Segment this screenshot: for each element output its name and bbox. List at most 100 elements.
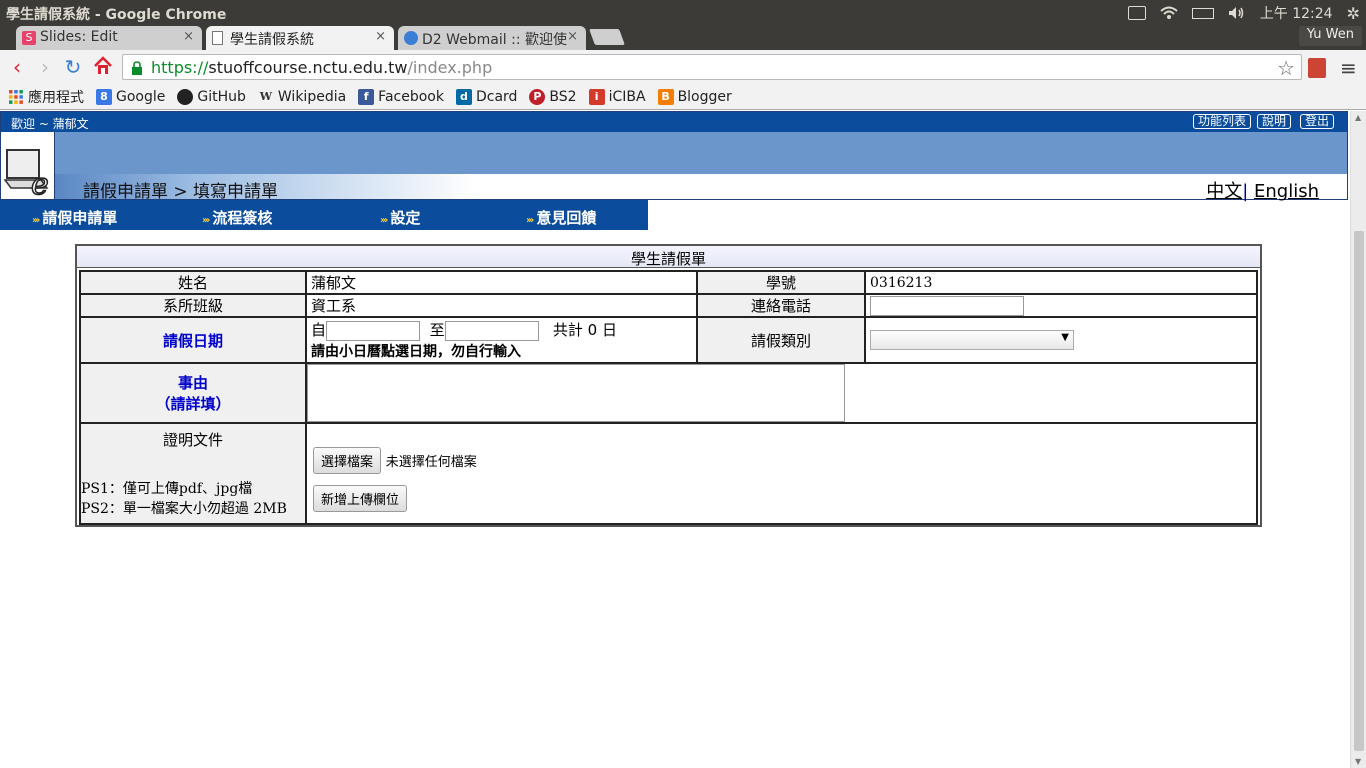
bookmark-apps[interactable]: 應用程式 [8, 87, 84, 107]
bookmark-bs2[interactable]: P BS2 [529, 88, 577, 105]
phone-label: 連絡電話 [696, 293, 866, 318]
extension-icon[interactable] [1308, 58, 1326, 78]
facebook-icon: f [358, 88, 375, 105]
phone-cell [864, 293, 1258, 318]
leave-type-select[interactable]: ▼ [870, 330, 1074, 350]
scroll-down-icon[interactable]: ▼ [1355, 757, 1361, 766]
bookmark-facebook[interactable]: f Facebook [358, 88, 444, 105]
bookmark-dcard[interactable]: d Dcard [455, 88, 518, 105]
bookmarks-bar: 應用程式 8 Google GitHub W Wikipedia f Faceb… [0, 84, 1366, 110]
bookmark-blogger[interactable]: B Blogger [657, 88, 732, 105]
doc-label: 證明文件 [162, 431, 223, 449]
chevron-down-icon: ▼ [1061, 332, 1069, 343]
back-icon[interactable]: ‹ [6, 56, 28, 78]
bookmark-label: 應用程式 [28, 89, 84, 106]
scroll-up-icon[interactable]: ▲ [1355, 113, 1361, 122]
profile-button[interactable]: Yu Wen [1298, 26, 1362, 46]
language-switch: 中文| English [1206, 177, 1319, 203]
tab-webmail[interactable]: D2 Webmail :: 歡迎使 × [398, 26, 586, 50]
reason-cell [305, 362, 1258, 424]
reason-textarea[interactable] [307, 364, 845, 422]
choose-file-button[interactable]: 選擇檔案 [313, 447, 382, 474]
address-bar[interactable]: https://stuoffcourse.nctu.edu.tw/index.p… [122, 54, 1302, 80]
table-row: 請假日期 自 至 共計 0 日 請由小日曆點選日期，勿自行輸入 請假類別 ▼ [79, 316, 1258, 364]
main-nav: ››› 請假申請單 ››› 流程簽核 ››› 設定 ››› 意見回饋 [0, 200, 648, 230]
close-icon[interactable]: × [375, 29, 386, 44]
bookmark-label: BS2 [549, 88, 577, 105]
window-title: 學生請假系統 - Google Chrome [6, 7, 227, 23]
help-link[interactable]: 說明 [1257, 114, 1292, 129]
phone-input[interactable] [870, 295, 1024, 316]
doc-label-cell: 證明文件 PS1：僅可上傳pdf、jpg檔 PS2：單一檔案大小勿超過 2MB [79, 422, 307, 525]
date-to-input[interactable] [444, 320, 539, 341]
nav-feedback[interactable]: ››› 意見回饋 [526, 207, 596, 228]
os-top-bar: 學生請假系統 - Google Chrome 上午 12:24 ✲ [0, 0, 1366, 25]
date-total-text: 共計 0 日 [552, 321, 617, 339]
blogger-icon: B [657, 88, 674, 105]
url-scheme: https:// [151, 58, 209, 77]
bookmark-label: Dcard [475, 88, 518, 105]
name-value: 蒲郁文 [305, 270, 698, 295]
bookmark-star-icon[interactable]: ☆ [1277, 56, 1295, 80]
scrollbar-thumb[interactable] [1354, 231, 1364, 751]
ps2-text: PS2：單一檔案大小勿超過 2MB [81, 501, 287, 517]
table-row: 事由 （請詳填） [79, 362, 1258, 424]
bookmark-github[interactable]: GitHub [177, 88, 246, 105]
ps1-text: PS1：僅可上傳pdf、jpg檔 [81, 481, 253, 497]
form-title: 學生請假單 [77, 246, 1260, 268]
slides-s-icon: S [22, 31, 36, 45]
github-icon [177, 88, 194, 105]
leave-type-label: 請假類別 [696, 316, 866, 364]
tab-leave-system[interactable]: 學生請假系統 × [206, 26, 394, 50]
wifi-icon[interactable] [1160, 6, 1178, 20]
clock[interactable]: 上午 12:24 [1260, 3, 1333, 23]
bookmark-iciba[interactable]: i iCIBA [588, 88, 646, 105]
upload-cell: 選擇檔案 未選擇任何檔案 新增上傳欄位 [305, 422, 1258, 525]
no-file-text: 未選擇任何檔案 [385, 455, 477, 470]
home-icon[interactable] [92, 56, 114, 78]
menu-icon[interactable]: ≡ [1340, 56, 1357, 80]
date-to-text: 至 [429, 321, 445, 339]
nav-approval-flow[interactable]: ››› 流程簽核 [202, 207, 272, 228]
forward-icon[interactable]: › [34, 56, 56, 78]
url-path: /index.php [407, 58, 493, 77]
site-logo-icon: e [1, 132, 55, 203]
name-label: 姓名 [79, 270, 307, 295]
logout-link[interactable]: 登出 [1300, 114, 1335, 129]
nav-settings[interactable]: ››› 設定 [380, 207, 420, 228]
chevrons-icon: ››› [202, 215, 211, 226]
wikipedia-icon: W [259, 89, 273, 103]
apps-grid-icon [8, 89, 24, 105]
bookmark-wikipedia[interactable]: W Wikipedia [258, 89, 346, 105]
date-label: 請假日期 [79, 316, 307, 364]
add-upload-button[interactable]: 新增上傳欄位 [313, 485, 408, 512]
nav-leave-application[interactable]: ››› 請假申請單 [32, 207, 117, 228]
browser-toolbar: ‹ › ↻ https://stuoffcourse.nctu.edu.tw/i… [0, 50, 1366, 84]
bookmark-label: Wikipedia [277, 88, 347, 105]
document-icon [212, 31, 223, 45]
bookmark-label: Blogger [677, 88, 732, 105]
lang-zh-link[interactable]: 中文 [1206, 181, 1242, 202]
date-from-input[interactable] [326, 320, 421, 341]
page-content: 歡迎 ~ 蒲郁文 功能列表 說明 登出 e 請假申請單 > 填寫申請單 中文| … [0, 111, 1366, 768]
battery-icon[interactable] [1191, 7, 1214, 19]
tab-label: D2 Webmail :: 歡迎使 [422, 32, 567, 48]
date-hint: 請由小日曆點選日期，勿自行輸入 [311, 344, 521, 360]
reload-icon[interactable]: ↻ [62, 56, 84, 78]
tab-strip: S Slides: Edit × 學生請假系統 × D2 Webmail :: … [0, 25, 1366, 50]
close-icon[interactable]: × [567, 29, 578, 44]
volume-icon[interactable] [1228, 6, 1246, 20]
date-from-text: 自 [311, 321, 327, 339]
lock-icon [131, 60, 143, 75]
lang-en-link[interactable]: English [1254, 181, 1319, 202]
keyboard-icon[interactable] [1127, 6, 1146, 20]
new-tab-button[interactable] [589, 29, 625, 45]
page-scrollbar[interactable]: ▲ ▼ [1350, 111, 1366, 768]
function-list-link[interactable]: 功能列表 [1193, 114, 1252, 129]
breadcrumb: 請假申請單 > 填寫申請單 [83, 182, 279, 202]
bookmark-google[interactable]: 8 Google [96, 88, 165, 105]
iciba-icon: i [588, 88, 605, 105]
tab-slides[interactable]: S Slides: Edit × [16, 26, 202, 50]
close-icon[interactable]: × [183, 29, 194, 44]
settings-gear-icon[interactable]: ✲ [1347, 4, 1360, 23]
